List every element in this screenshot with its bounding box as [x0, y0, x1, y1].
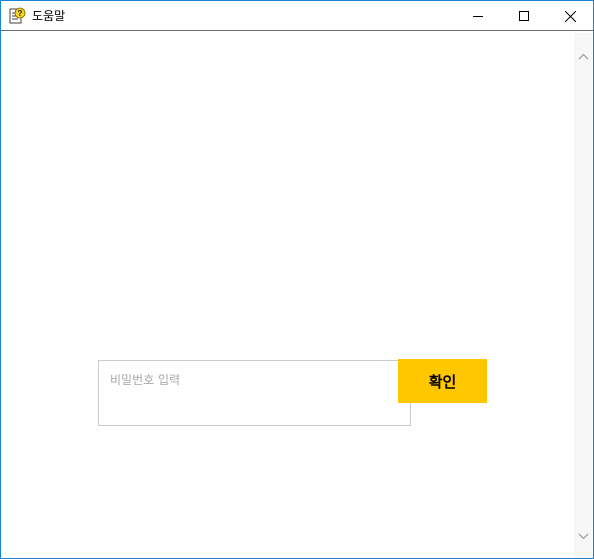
help-window: ? 도움말 확인 [0, 0, 594, 559]
minimize-button[interactable] [455, 1, 501, 31]
chevron-down-icon [578, 525, 589, 544]
maximize-icon [519, 11, 529, 21]
title-bar[interactable]: ? 도움말 [1, 1, 593, 31]
minimize-icon [473, 11, 483, 21]
confirm-button[interactable]: 확인 [398, 359, 487, 403]
password-input[interactable] [98, 360, 411, 426]
window-title: 도움말 [32, 9, 66, 23]
close-icon [564, 10, 576, 22]
help-app-icon: ? [9, 7, 26, 25]
chevron-up-icon [578, 45, 589, 64]
scroll-down-button[interactable] [574, 526, 593, 543]
maximize-button[interactable] [501, 1, 547, 31]
scroll-up-button[interactable] [574, 46, 593, 63]
content-area: 확인 [2, 33, 574, 558]
vertical-scrollbar[interactable] [574, 33, 593, 558]
svg-text:?: ? [18, 9, 23, 18]
close-button[interactable] [547, 1, 593, 31]
